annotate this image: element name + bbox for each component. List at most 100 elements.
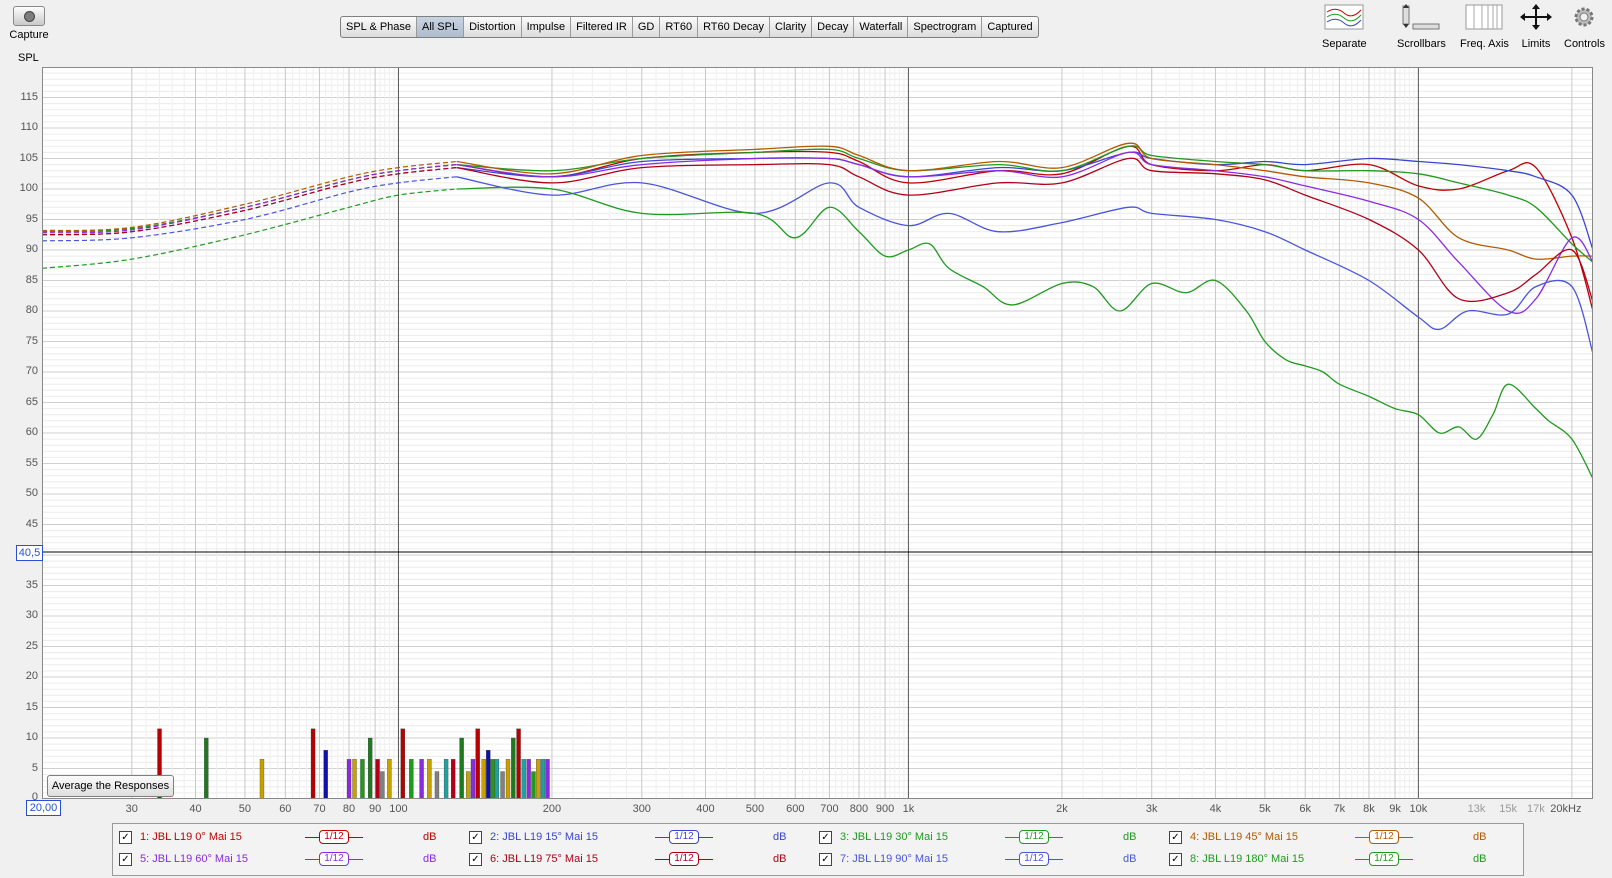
x-tick-label: 400	[696, 803, 715, 815]
x-tick-label: 2k	[1056, 803, 1068, 815]
legend-unit: dB	[773, 831, 787, 843]
x-tick-label: 50	[238, 803, 252, 815]
y-tick-label: 20	[25, 670, 38, 682]
smoothing-selector[interactable]: 1/12	[305, 852, 363, 866]
smoothing-value: 1/12	[1019, 852, 1049, 866]
smoothing-selector[interactable]: 1/12	[655, 830, 713, 844]
legend-checkbox[interactable]: ✓	[1169, 830, 1182, 844]
y-tick-label: 60	[25, 426, 38, 438]
tab-rt60[interactable]: RT60	[660, 17, 699, 37]
legend-unit: dB	[1123, 831, 1137, 843]
spl-axis-label: SPL	[18, 52, 39, 64]
distortion-bar	[360, 759, 365, 799]
x-tick-label: 60	[279, 803, 292, 815]
legend-checkbox[interactable]: ✓	[1169, 852, 1182, 866]
distortion-bar	[310, 728, 316, 799]
legend-series-name[interactable]: 7: JBL L19 90° Mai 15	[840, 853, 1005, 865]
limits-button[interactable]: Limits	[1516, 4, 1556, 50]
tab-clarity[interactable]: Clarity	[770, 17, 813, 37]
y-tick-label: 75	[25, 334, 38, 347]
x-tick-label: 30	[125, 803, 138, 815]
distortion-bar	[505, 759, 511, 799]
y-tick-label: 30	[25, 609, 38, 621]
controls-label: Controls	[1564, 38, 1605, 50]
smoothing-selector[interactable]: 1/12	[655, 852, 713, 866]
smoothing-selector[interactable]: 1/12	[1355, 830, 1413, 844]
x-start-value-box[interactable]: 20,00	[26, 800, 61, 816]
legend-item: ✓ 5: JBL L19 60° Mai 15 1/12 dB	[119, 849, 436, 869]
distortion-bar	[427, 759, 432, 799]
average-responses-button[interactable]: Average the Responses	[47, 775, 174, 797]
distortion-bar	[475, 728, 480, 799]
tab-distortion[interactable]: Distortion	[464, 17, 522, 37]
legend-series-name[interactable]: 2: JBL L19 15° Mai 15	[490, 831, 655, 843]
tab-spectrogram[interactable]: Spectrogram	[908, 17, 983, 37]
capture-button[interactable]: Capture	[6, 4, 52, 41]
x-tick-label: 1k	[902, 803, 915, 815]
distortion-bar	[419, 759, 424, 799]
legend-item: ✓ 1: JBL L19 0° Mai 15 1/12 dB	[119, 827, 436, 847]
legend-series-name[interactable]: 3: JBL L19 30° Mai 15	[840, 831, 1005, 843]
smoothing-selector[interactable]: 1/12	[1005, 830, 1063, 844]
legend-checkbox[interactable]: ✓	[119, 852, 132, 866]
distortion-bar	[545, 759, 550, 799]
distortion-bar	[481, 759, 486, 799]
cursor-value-box[interactable]: 40,5	[16, 545, 43, 561]
x-tick-label: 7k	[1333, 803, 1346, 815]
legend-checkbox[interactable]: ✓	[469, 852, 482, 866]
tab-decay[interactable]: Decay	[812, 17, 855, 37]
limits-label: Limits	[1521, 38, 1551, 50]
legend-series-name[interactable]: 6: JBL L19 75° Mai 15	[490, 853, 655, 865]
controls-button[interactable]: Controls	[1564, 4, 1605, 50]
distortion-bar	[526, 759, 531, 799]
tab-spl-phase[interactable]: SPL & Phase	[341, 17, 418, 37]
x-tick-label: 800	[849, 803, 869, 815]
freq-axis-button[interactable]: Freq. Axis	[1460, 4, 1509, 50]
legend-checkbox[interactable]: ✓	[819, 830, 832, 844]
x-tick-label: 40	[189, 803, 202, 815]
distortion-bar	[459, 737, 464, 799]
y-tick-label: 90	[25, 243, 38, 255]
distortion-bar	[352, 759, 357, 799]
legend-unit: dB	[1473, 831, 1487, 843]
legend-checkbox[interactable]: ✓	[469, 830, 482, 844]
tab-captured[interactable]: Captured	[982, 17, 1037, 37]
x-tick-label: 9k	[1389, 803, 1401, 815]
smoothing-selector[interactable]: 1/12	[1355, 852, 1413, 866]
distortion-bar	[536, 759, 541, 799]
gear-icon	[1569, 4, 1599, 32]
x-tick-label: 6k	[1299, 803, 1312, 815]
x-tick-label: 8k	[1363, 803, 1375, 815]
tab-filtered-ir[interactable]: Filtered IR	[571, 17, 633, 37]
legend-series-name[interactable]: 4: JBL L19 45° Mai 15	[1190, 831, 1355, 843]
tab-impulse[interactable]: Impulse	[522, 17, 572, 37]
legend-series-name[interactable]: 1: JBL L19 0° Mai 15	[140, 831, 305, 843]
legend-series-name[interactable]: 8: JBL L19 180° Mai 15	[1190, 853, 1355, 865]
separate-button[interactable]: Separate	[1322, 4, 1367, 50]
tab-gd[interactable]: GD	[633, 17, 661, 37]
distortion-bar	[494, 759, 500, 799]
distortion-bar	[511, 737, 516, 799]
distortion-bar	[434, 771, 440, 799]
x-tick-label: 5k	[1259, 803, 1271, 815]
x-tick-label: 200	[542, 803, 562, 815]
tab-rt60-decay[interactable]: RT60 Decay	[698, 17, 770, 37]
tab-waterfall[interactable]: Waterfall	[854, 17, 909, 37]
y-tick-label: 110	[20, 121, 38, 133]
smoothing-selector[interactable]: 1/12	[305, 830, 363, 844]
tab-all-spl[interactable]: All SPL	[417, 17, 465, 37]
limits-icon	[1516, 4, 1556, 32]
x-tick-label: 500	[745, 803, 765, 815]
legend-series-name[interactable]: 5: JBL L19 60° Mai 15	[140, 853, 305, 865]
scrollbars-button[interactable]: Scrollbars	[1397, 4, 1446, 50]
legend-checkbox[interactable]: ✓	[119, 830, 132, 844]
smoothing-selector[interactable]: 1/12	[1005, 852, 1063, 866]
legend-unit: dB	[773, 853, 787, 865]
legend-checkbox[interactable]: ✓	[819, 852, 832, 866]
distortion-bar	[516, 728, 521, 799]
x-tick-label: 100	[389, 803, 408, 815]
spl-chart[interactable]	[42, 67, 1593, 799]
distortion-bar	[323, 750, 328, 799]
x-tick-label: 17k	[1527, 803, 1545, 815]
y-tick-label: 95	[25, 212, 38, 225]
